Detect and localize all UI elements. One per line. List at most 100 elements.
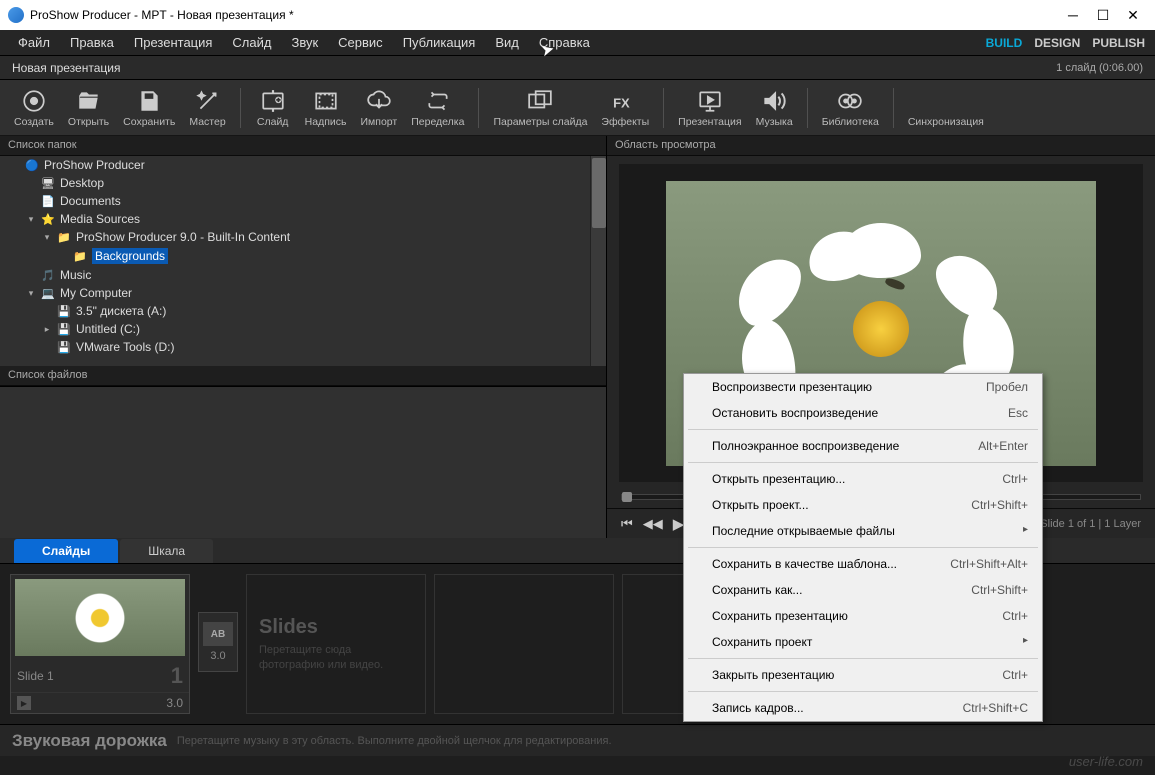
mode-design[interactable]: DESIGN [1034, 36, 1080, 50]
slide-icon [260, 88, 286, 114]
tool-label: Мастер [189, 116, 225, 128]
menu-слайд[interactable]: Слайд [224, 32, 279, 53]
maximize-button[interactable]: ☐ [1097, 9, 1109, 21]
tool-open[interactable]: Открыть [62, 86, 115, 130]
file-list-header: Список файлов [0, 366, 606, 386]
tool-wizard[interactable]: Мастер [183, 86, 231, 130]
tree-item[interactable]: 📁Backgrounds [0, 246, 606, 266]
tool-remix[interactable]: Переделка [405, 86, 470, 130]
tool-label: Библиотека [822, 116, 879, 128]
tree-item[interactable]: ▾📁ProShow Producer 9.0 - Built-In Conten… [0, 228, 606, 246]
ctx-item[interactable]: Открыть презентацию...Ctrl+ [684, 466, 1042, 492]
music-icon: 🎵 [40, 268, 56, 282]
tree-item[interactable]: 🎵Music [0, 266, 606, 284]
tool-label: Слайд [257, 116, 289, 128]
transition-duration[interactable]: 3.0 [210, 650, 225, 662]
transition-box[interactable]: AB 3.0 [198, 612, 238, 672]
tool-effects[interactable]: FXЭффекты [595, 86, 655, 130]
open-icon [76, 88, 102, 114]
slide-count-info: 1 слайд (0:06.00) [1056, 62, 1143, 74]
ctx-item[interactable]: Полноэкранное воспроизведениеAlt+Enter [684, 433, 1042, 459]
tool-save[interactable]: Сохранить [117, 86, 181, 130]
folder-tree[interactable]: 🔵ProShow Producer🖥Desktop📄Documents▾⭐Med… [0, 156, 606, 366]
ctx-label: Закрыть презентацию [712, 668, 834, 682]
ctx-item[interactable]: Открыть проект...Ctrl+Shift+ [684, 492, 1042, 518]
menu-звук[interactable]: Звук [283, 32, 326, 53]
titlebar: ProShow Producer - MPT - Новая презентац… [0, 0, 1155, 30]
ctx-label: Сохранить проект [712, 635, 812, 649]
close-button[interactable]: ✕ [1127, 9, 1139, 21]
scrollbar[interactable] [590, 156, 606, 366]
tab-slides[interactable]: Слайды [14, 539, 118, 563]
tree-item[interactable]: 💾VMware Tools (D:) [0, 338, 606, 356]
slide-thumbnail-1[interactable]: Slide 1 1 ▶ 3.0 [10, 574, 190, 714]
ctx-item[interactable]: Сохранить проект▸ [684, 629, 1042, 655]
ctx-item[interactable]: Сохранить презентациюCtrl+ [684, 603, 1042, 629]
tool-library[interactable]: Библиотека [816, 86, 885, 130]
tool-import[interactable]: Импорт [355, 86, 404, 130]
doc-icon: 📄 [40, 194, 56, 208]
caption-icon [313, 88, 339, 114]
tree-expand-icon[interactable]: ▸ [42, 324, 52, 335]
tree-item[interactable]: ▾💻My Computer [0, 284, 606, 302]
tree-expand-icon[interactable]: ▾ [26, 214, 36, 225]
ctx-shortcut: Esc [1008, 406, 1028, 420]
tool-create[interactable]: Создать [8, 86, 60, 130]
tree-label: Backgrounds [92, 248, 168, 264]
menu-вид[interactable]: Вид [487, 32, 527, 53]
subtitle-bar: Новая презентация 1 слайд (0:06.00) [0, 56, 1155, 80]
file-list[interactable] [0, 386, 606, 538]
minimize-button[interactable]: ─ [1067, 9, 1079, 21]
create-icon [21, 88, 47, 114]
skip-start-button[interactable]: ⏮ [621, 516, 633, 532]
effects-icon: FX [612, 88, 638, 114]
tool-slide-params[interactable]: Параметры слайда [487, 86, 593, 130]
soundtrack-bar[interactable]: Звуковая дорожка Перетащите музыку в эту… [0, 724, 1155, 756]
menu-презентация[interactable]: Презентация [126, 32, 221, 53]
drive-icon: 💾 [56, 340, 72, 354]
mode-build[interactable]: BUILD [986, 36, 1023, 50]
prev-button[interactable]: ◀◀ [643, 516, 663, 532]
tree-item[interactable]: ▸💾Untitled (C:) [0, 320, 606, 338]
ctx-item[interactable]: Закрыть презентациюCtrl+ [684, 662, 1042, 688]
tool-presentation[interactable]: Презентация [672, 86, 747, 130]
app-icon [8, 7, 24, 23]
tree-expand-icon[interactable]: ▾ [26, 288, 36, 299]
pc-icon: 💻 [40, 286, 56, 300]
tool-caption[interactable]: Надпись [299, 86, 353, 130]
tree-item[interactable]: 🖥Desktop [0, 174, 606, 192]
tree-item[interactable]: 🔵ProShow Producer [0, 156, 606, 174]
tool-slide[interactable]: Слайд [249, 86, 297, 130]
tree-item[interactable]: 💾3.5" дискета (A:) [0, 302, 606, 320]
library-icon [837, 88, 863, 114]
drop-text2: фотографию или видео. [259, 658, 413, 672]
ctx-item[interactable]: Запись кадров...Ctrl+Shift+C [684, 695, 1042, 721]
tree-expand-icon[interactable]: ▾ [42, 232, 52, 243]
tool-sync[interactable]: Синхронизация [902, 86, 990, 130]
app-icon: 🔵 [24, 158, 40, 172]
slide-name: Slide 1 [17, 669, 54, 683]
drop-hint[interactable]: Slides Перетащите сюда фотографию или ви… [246, 574, 426, 714]
ctx-item[interactable]: Сохранить как...Ctrl+Shift+ [684, 577, 1042, 603]
slide-play-icon[interactable]: ▶ [17, 696, 31, 710]
ctx-item[interactable]: Последние открываемые файлы▸ [684, 518, 1042, 544]
save-icon [136, 88, 162, 114]
menu-справка[interactable]: Справка [531, 32, 598, 53]
ctx-shortcut: Alt+Enter [978, 439, 1028, 453]
mode-publish[interactable]: PUBLISH [1092, 36, 1145, 50]
ctx-item[interactable]: Воспроизвести презентациюПробел [684, 374, 1042, 400]
ctx-item[interactable]: Сохранить в качестве шаблона...Ctrl+Shif… [684, 551, 1042, 577]
star-icon: ⭐ [40, 212, 56, 226]
menu-публикация[interactable]: Публикация [395, 32, 484, 53]
tree-item[interactable]: ▾⭐Media Sources [0, 210, 606, 228]
tool-music[interactable]: Музыка [750, 86, 799, 130]
tree-item[interactable]: 📄Documents [0, 192, 606, 210]
menu-правка[interactable]: Правка [62, 32, 122, 53]
menu-файл[interactable]: Файл [10, 32, 58, 53]
empty-slot[interactable] [434, 574, 614, 714]
menu-сервис[interactable]: Сервис [330, 32, 391, 53]
slide-duration[interactable]: 3.0 [166, 696, 183, 710]
tree-label: ProShow Producer 9.0 - Built-In Content [76, 230, 290, 244]
ctx-item[interactable]: Остановить воспроизведениеEsc [684, 400, 1042, 426]
tab-scale[interactable]: Шкала [120, 539, 213, 563]
